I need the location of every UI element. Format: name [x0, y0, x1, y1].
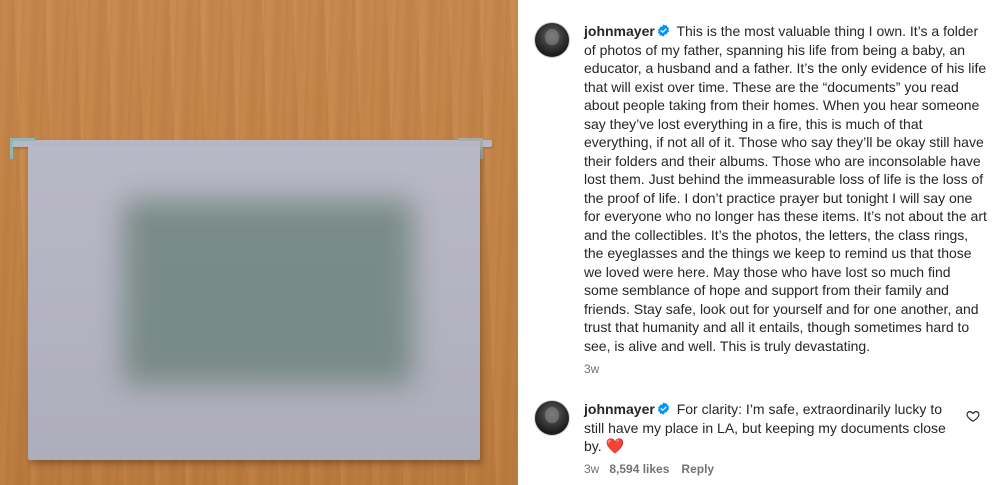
reply-button[interactable]: Reply	[681, 462, 714, 476]
hanging-file-folder	[28, 145, 480, 460]
avatar[interactable]	[534, 400, 570, 436]
caption-username[interactable]: johnmayer	[584, 23, 655, 39]
folder-contents-shadow	[123, 200, 413, 385]
comment-likes[interactable]: 8,594 likes	[609, 462, 669, 476]
post-photo	[0, 0, 518, 485]
caption-text: This is the most valuable thing I own. I…	[584, 23, 987, 354]
verified-badge-icon	[657, 402, 669, 415]
comment-meta: 3w 8,594 likes Reply	[584, 462, 714, 476]
comments-panel: johnmayer This is the most valuable thin…	[518, 0, 1000, 485]
instagram-post-view: johnmayer This is the most valuable thin…	[0, 0, 1000, 485]
caption-body: johnmayer This is the most valuable thin…	[584, 22, 988, 355]
red-heart-emoji: ❤️	[605, 438, 625, 455]
avatar[interactable]	[534, 22, 570, 58]
comment-body: johnmayer For clarity: I’m safe, extraor…	[584, 400, 962, 457]
comment-username[interactable]: johnmayer	[584, 401, 655, 417]
caption-meta: 3w	[584, 362, 599, 376]
caption-time[interactable]: 3w	[584, 362, 599, 376]
verified-badge-icon	[657, 24, 669, 37]
comment-time[interactable]: 3w	[584, 462, 599, 476]
like-heart-icon[interactable]	[966, 409, 980, 423]
